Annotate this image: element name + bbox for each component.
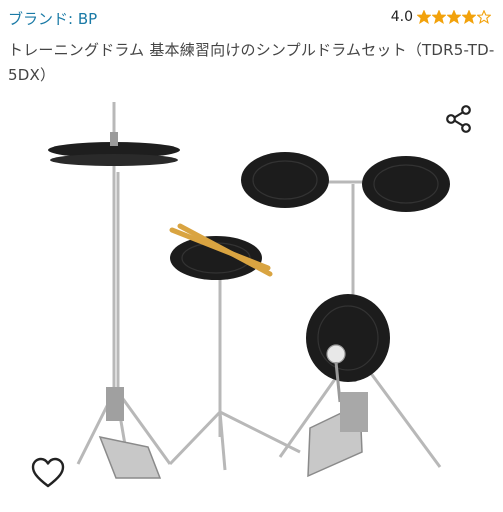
brand-link[interactable]: ブランド: BP — [8, 8, 97, 29]
star-filled-icon — [462, 10, 476, 24]
star-filled-icon — [417, 10, 431, 24]
star-filled-icon — [447, 10, 461, 24]
tom-pad-right — [362, 156, 450, 212]
tom-pad-left — [241, 152, 329, 208]
star-empty-icon — [477, 10, 491, 24]
rating-value: 4.0 — [390, 9, 413, 25]
kick-pad — [306, 294, 390, 382]
drum-set-image — [48, 102, 450, 479]
hi-hat-cymbal — [48, 132, 180, 166]
star-filled-icon — [432, 10, 446, 24]
rating-stars — [417, 10, 491, 24]
product-title: トレーニングドラム 基本練習向けのシンプルドラムセット（TDR5-TD-5DX） — [8, 41, 495, 84]
rating[interactable]: 4.0 — [391, 9, 491, 25]
heart-outline-icon[interactable] — [30, 456, 66, 490]
